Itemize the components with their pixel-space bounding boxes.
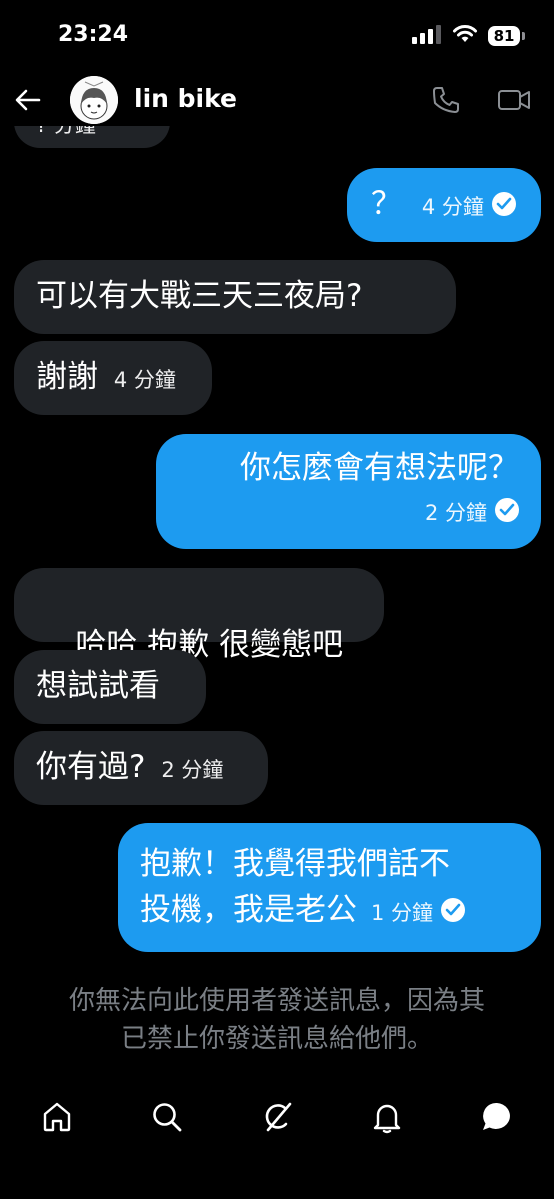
video-camera-icon [498, 90, 530, 110]
message-time: 1 分鐘 [371, 901, 434, 925]
contact-name[interactable]: lin bike [134, 84, 237, 113]
message-bubble-incoming[interactable]: 你有過? 2 分鐘 [14, 731, 268, 805]
wifi-icon [452, 24, 478, 48]
call-button[interactable] [430, 84, 462, 116]
grok-icon [265, 1102, 292, 1132]
message-bubble-incoming[interactable]: 想試試看 [14, 650, 206, 724]
message-bubble-incoming[interactable]: 可以有大戰三天三夜局? [14, 260, 456, 334]
nav-messages-button[interactable] [480, 1100, 514, 1134]
seen-check-icon [491, 191, 516, 216]
seen-check-icon [441, 897, 466, 922]
search-icon [153, 1103, 182, 1132]
blocked-notice: 你無法向此使用者發送訊息，因為其 已禁止你發送訊息給他們。 [20, 982, 534, 1058]
back-button[interactable] [12, 84, 44, 116]
battery-icon: 81 [488, 26, 525, 46]
message-text-line: 投機，我是老公 [140, 892, 357, 928]
home-icon [43, 1102, 71, 1132]
nav-home-button[interactable] [40, 1100, 74, 1134]
nav-notifications-button[interactable] [370, 1100, 404, 1134]
back-arrow-icon [15, 89, 41, 111]
status-time: 23:24 [58, 22, 129, 47]
message-bubble-outgoing[interactable]: 你怎麼會有想法呢？ 2 分鐘 [156, 434, 541, 549]
conversation-header: lin bike [0, 74, 554, 126]
avatar-illustration [70, 76, 118, 124]
message-bubble-outgoing[interactable]: ？ 4 分鐘 [347, 168, 541, 242]
signal-icon [412, 24, 442, 48]
message-text: 可以有大戰三天三夜局? [36, 278, 363, 314]
message-bubble-outgoing[interactable]: 抱歉！我覺得我們話不 投機，我是老公 1 分鐘 [118, 823, 541, 952]
message-text: 想試試看 [36, 668, 160, 704]
message-time: 2 分鐘 [424, 501, 487, 525]
blocked-notice-line: 已禁止你發送訊息給他們。 [120, 1024, 433, 1054]
blocked-notice-line: 你無法向此使用者發送訊息，因為其 [68, 986, 485, 1016]
message-bubble-incoming[interactable]: 謝謝 4 分鐘 [14, 341, 212, 415]
message-text: 你有過? [36, 749, 146, 785]
phone-icon [433, 87, 459, 113]
status-bar: 23:24 81 [0, 0, 554, 74]
notifications-bell-icon [373, 1104, 401, 1134]
bottom-navigation [0, 1092, 554, 1142]
messages-icon [483, 1102, 510, 1130]
message-text: 謝謝 [36, 359, 98, 395]
message-text: ？ [371, 186, 402, 222]
contact-avatar[interactable] [70, 76, 118, 124]
message-bubble-incoming[interactable]: 哈哈 抱歉 很變態吧 [14, 568, 384, 663]
status-icons: 81 [412, 24, 525, 48]
message-bubble-incoming[interactable]: ? 分鐘 [14, 126, 170, 148]
nav-search-button[interactable] [150, 1100, 184, 1134]
video-call-button[interactable] [496, 84, 532, 116]
message-list[interactable]: ? 分鐘 ？ 4 分鐘 可以有大戰三天三夜局? 謝謝 4 分鐘 你怎麼會有想法呢… [0, 126, 554, 976]
seen-check-icon [495, 497, 519, 522]
nav-grok-button[interactable] [260, 1100, 294, 1134]
message-time: 2 分鐘 [161, 758, 224, 782]
message-time: ? 分鐘 [36, 126, 96, 137]
message-time: 4 分鐘 [113, 368, 176, 392]
message-text-line: 抱歉！我覺得我們話不 [140, 846, 450, 882]
message-time: 4 分鐘 [421, 195, 484, 219]
message-text: 你怎麼會有想法呢？ [240, 450, 519, 486]
